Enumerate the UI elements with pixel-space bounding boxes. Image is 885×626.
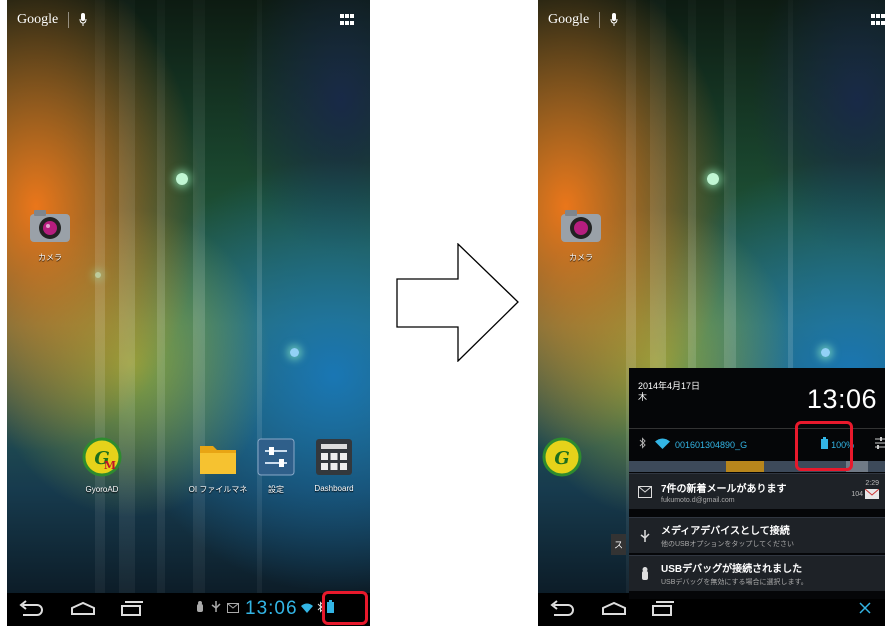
status-bar: Google <box>7 0 370 40</box>
mic-icon[interactable] <box>79 13 87 27</box>
camera-icon <box>559 208 603 249</box>
usb-icon <box>211 600 221 618</box>
wallpaper <box>7 0 370 626</box>
system-navigation-bar: 13:06 <box>7 593 370 626</box>
recent-apps-icon[interactable] <box>117 599 145 619</box>
google-search-label[interactable]: Google <box>548 12 589 28</box>
shade-date-weekday: 木 <box>638 392 648 402</box>
home-icon[interactable] <box>600 599 628 619</box>
notification-media-device[interactable]: メディアデバイスとして接続 他のUSBオプションをタップしてください <box>629 517 885 553</box>
system-tray[interactable]: 13:06 <box>195 598 334 620</box>
app-dashboard[interactable]: Dashboard <box>294 438 370 493</box>
notification-subtitle: 他のUSBオプションをタップしてください <box>661 541 794 548</box>
close-icon[interactable] <box>858 601 872 615</box>
camera-icon <box>28 208 72 249</box>
shade-date-line1: 2014年4月17日 <box>638 381 701 391</box>
back-icon[interactable] <box>17 599 45 619</box>
notification-shade: 2014年4月17日 木 13:06 001601304890_G 100% 7… <box>629 368 885 599</box>
home-icon[interactable] <box>69 599 97 619</box>
highlight-battery-percent <box>795 421 853 471</box>
app-gyoroad[interactable]: G <box>538 437 592 482</box>
app-label-gyoroad: GyoroAD <box>85 485 119 494</box>
gyoroad-icon: G <box>540 437 584 482</box>
mail-icon <box>629 485 661 498</box>
gyoroad-icon: GM <box>80 437 124 482</box>
shade-date: 2014年4月17日 木 <box>638 381 700 403</box>
folder-icon <box>198 440 238 481</box>
wifi-ssid[interactable]: 001601304890_G <box>675 440 747 450</box>
app-label-dashboard: Dashboard <box>314 484 354 493</box>
phone-screen-before: Google カメラ GM GyoroAD OI ファイルマネ 設定 Dashb… <box>7 0 370 626</box>
recent-apps-icon[interactable] <box>648 599 676 619</box>
app-gyoroad[interactable]: GM GyoroAD <box>62 437 142 494</box>
google-search-label[interactable]: Google <box>17 12 58 28</box>
shade-clock: 13:06 <box>806 384 877 414</box>
app-label-camera: カメラ <box>38 253 62 262</box>
notification-subtitle: USBデバッグを無効にする場合に選択します。 <box>661 579 808 586</box>
notification-time: 2:29 <box>865 480 879 487</box>
settings-icon <box>257 438 295 481</box>
notification-count: 104 <box>851 490 864 498</box>
notification-mail[interactable]: 7件の新着メールがあります fukumoto.d@gmail.com 2:29 … <box>629 473 885 509</box>
app-camera[interactable]: カメラ <box>10 208 90 263</box>
comparison-figure: Google カメラ GM GyoroAD OI ファイルマネ 設定 Dashb… <box>0 0 885 626</box>
notification-usb-debug[interactable]: USBデバッグが接続されました USBデバッグを無効にする場合に選択します。 <box>629 555 885 591</box>
highlight-battery-area <box>322 591 368 625</box>
app-label-camera: カメラ <box>569 253 593 262</box>
notification-title: メディアデバイスとして接続 <box>661 526 790 537</box>
mail-icon <box>227 600 239 618</box>
mic-icon[interactable] <box>610 13 618 27</box>
wifi-icon <box>300 600 313 618</box>
debug-icon <box>629 566 661 581</box>
svg-text:M: M <box>104 459 116 472</box>
status-bar: Google <box>538 0 885 40</box>
gmail-icon <box>864 488 880 499</box>
svg-text:G: G <box>554 448 569 469</box>
all-apps-icon[interactable] <box>871 14 885 26</box>
partial-label: ス <box>611 534 627 555</box>
arrow-right-icon <box>396 242 520 367</box>
all-apps-icon[interactable] <box>340 14 354 26</box>
back-icon[interactable] <box>548 599 576 619</box>
status-clock: 13:06 <box>245 598 298 619</box>
notification-title: USBデバッグが接続されました <box>661 564 803 575</box>
bluetooth-icon[interactable] <box>639 436 646 454</box>
debug-icon <box>195 600 205 618</box>
wifi-icon[interactable] <box>655 436 670 454</box>
app-camera[interactable]: カメラ <box>541 208 621 263</box>
dashboard-icon <box>315 438 353 481</box>
usb-icon <box>629 529 661 543</box>
notification-meta: 2:29 104 <box>851 479 880 500</box>
quick-settings-icon[interactable] <box>874 436 885 455</box>
